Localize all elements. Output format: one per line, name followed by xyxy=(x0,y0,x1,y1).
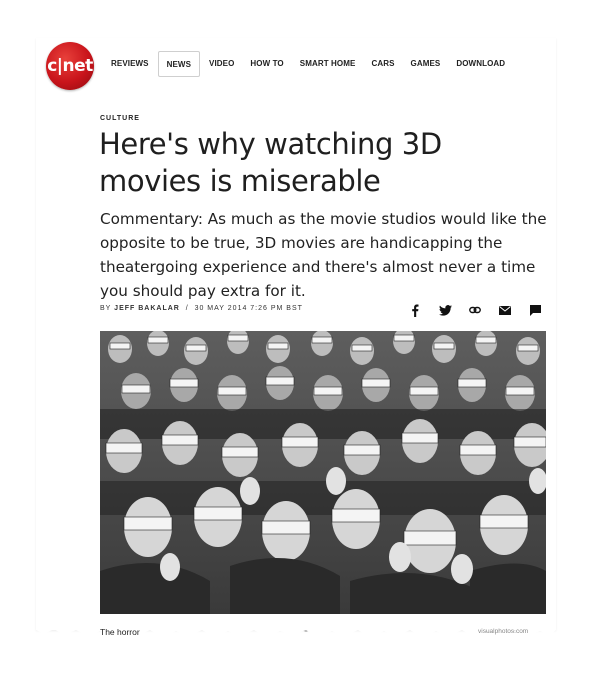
nav-item-news[interactable]: NEWS xyxy=(157,51,201,77)
photo-credit: visualphotos.com xyxy=(478,628,529,635)
byline-separator: / xyxy=(185,305,189,312)
share-bar xyxy=(400,302,550,318)
nav-item-smart-home[interactable]: SMART HOME xyxy=(293,51,363,77)
nav-item-download[interactable]: DOWNLOAD xyxy=(449,51,512,77)
facebook-icon[interactable] xyxy=(400,302,430,318)
article-dek: Commentary: As much as the movie studios… xyxy=(100,210,547,300)
nav-item-video[interactable]: VIDEO xyxy=(202,51,241,77)
nav-item-cars[interactable]: CARS xyxy=(364,51,401,77)
hero-photo xyxy=(100,331,546,614)
email-icon[interactable] xyxy=(490,302,520,318)
nav-item-games[interactable]: GAMES xyxy=(404,51,448,77)
byline: BY JEFF BAKALAR / 30 MAY 2014 7:26 PM BS… xyxy=(100,305,303,312)
photo-caption: The horror xyxy=(100,627,140,637)
nav-item-reviews[interactable]: REVIEWS xyxy=(104,51,156,77)
author-link[interactable]: JEFF BAKALAR xyxy=(114,305,180,312)
cnet-logo[interactable]: c|net xyxy=(46,42,94,90)
publish-date: 30 MAY 2014 7:26 PM BST xyxy=(194,305,303,312)
audience-3d-glasses-image xyxy=(100,331,546,614)
article-headline: Here's why watching 3D movies is miserab… xyxy=(99,127,442,198)
twitter-icon[interactable] xyxy=(430,302,460,318)
main-nav: REVIEWS NEWS VIDEO HOW TO SMART HOME CAR… xyxy=(104,50,514,78)
comment-icon[interactable] xyxy=(520,302,550,318)
byline-prefix: BY xyxy=(100,305,112,312)
nav-item-how-to[interactable]: HOW TO xyxy=(243,51,290,77)
section-kicker[interactable]: CULTURE xyxy=(100,115,140,122)
link-icon[interactable] xyxy=(460,302,490,318)
